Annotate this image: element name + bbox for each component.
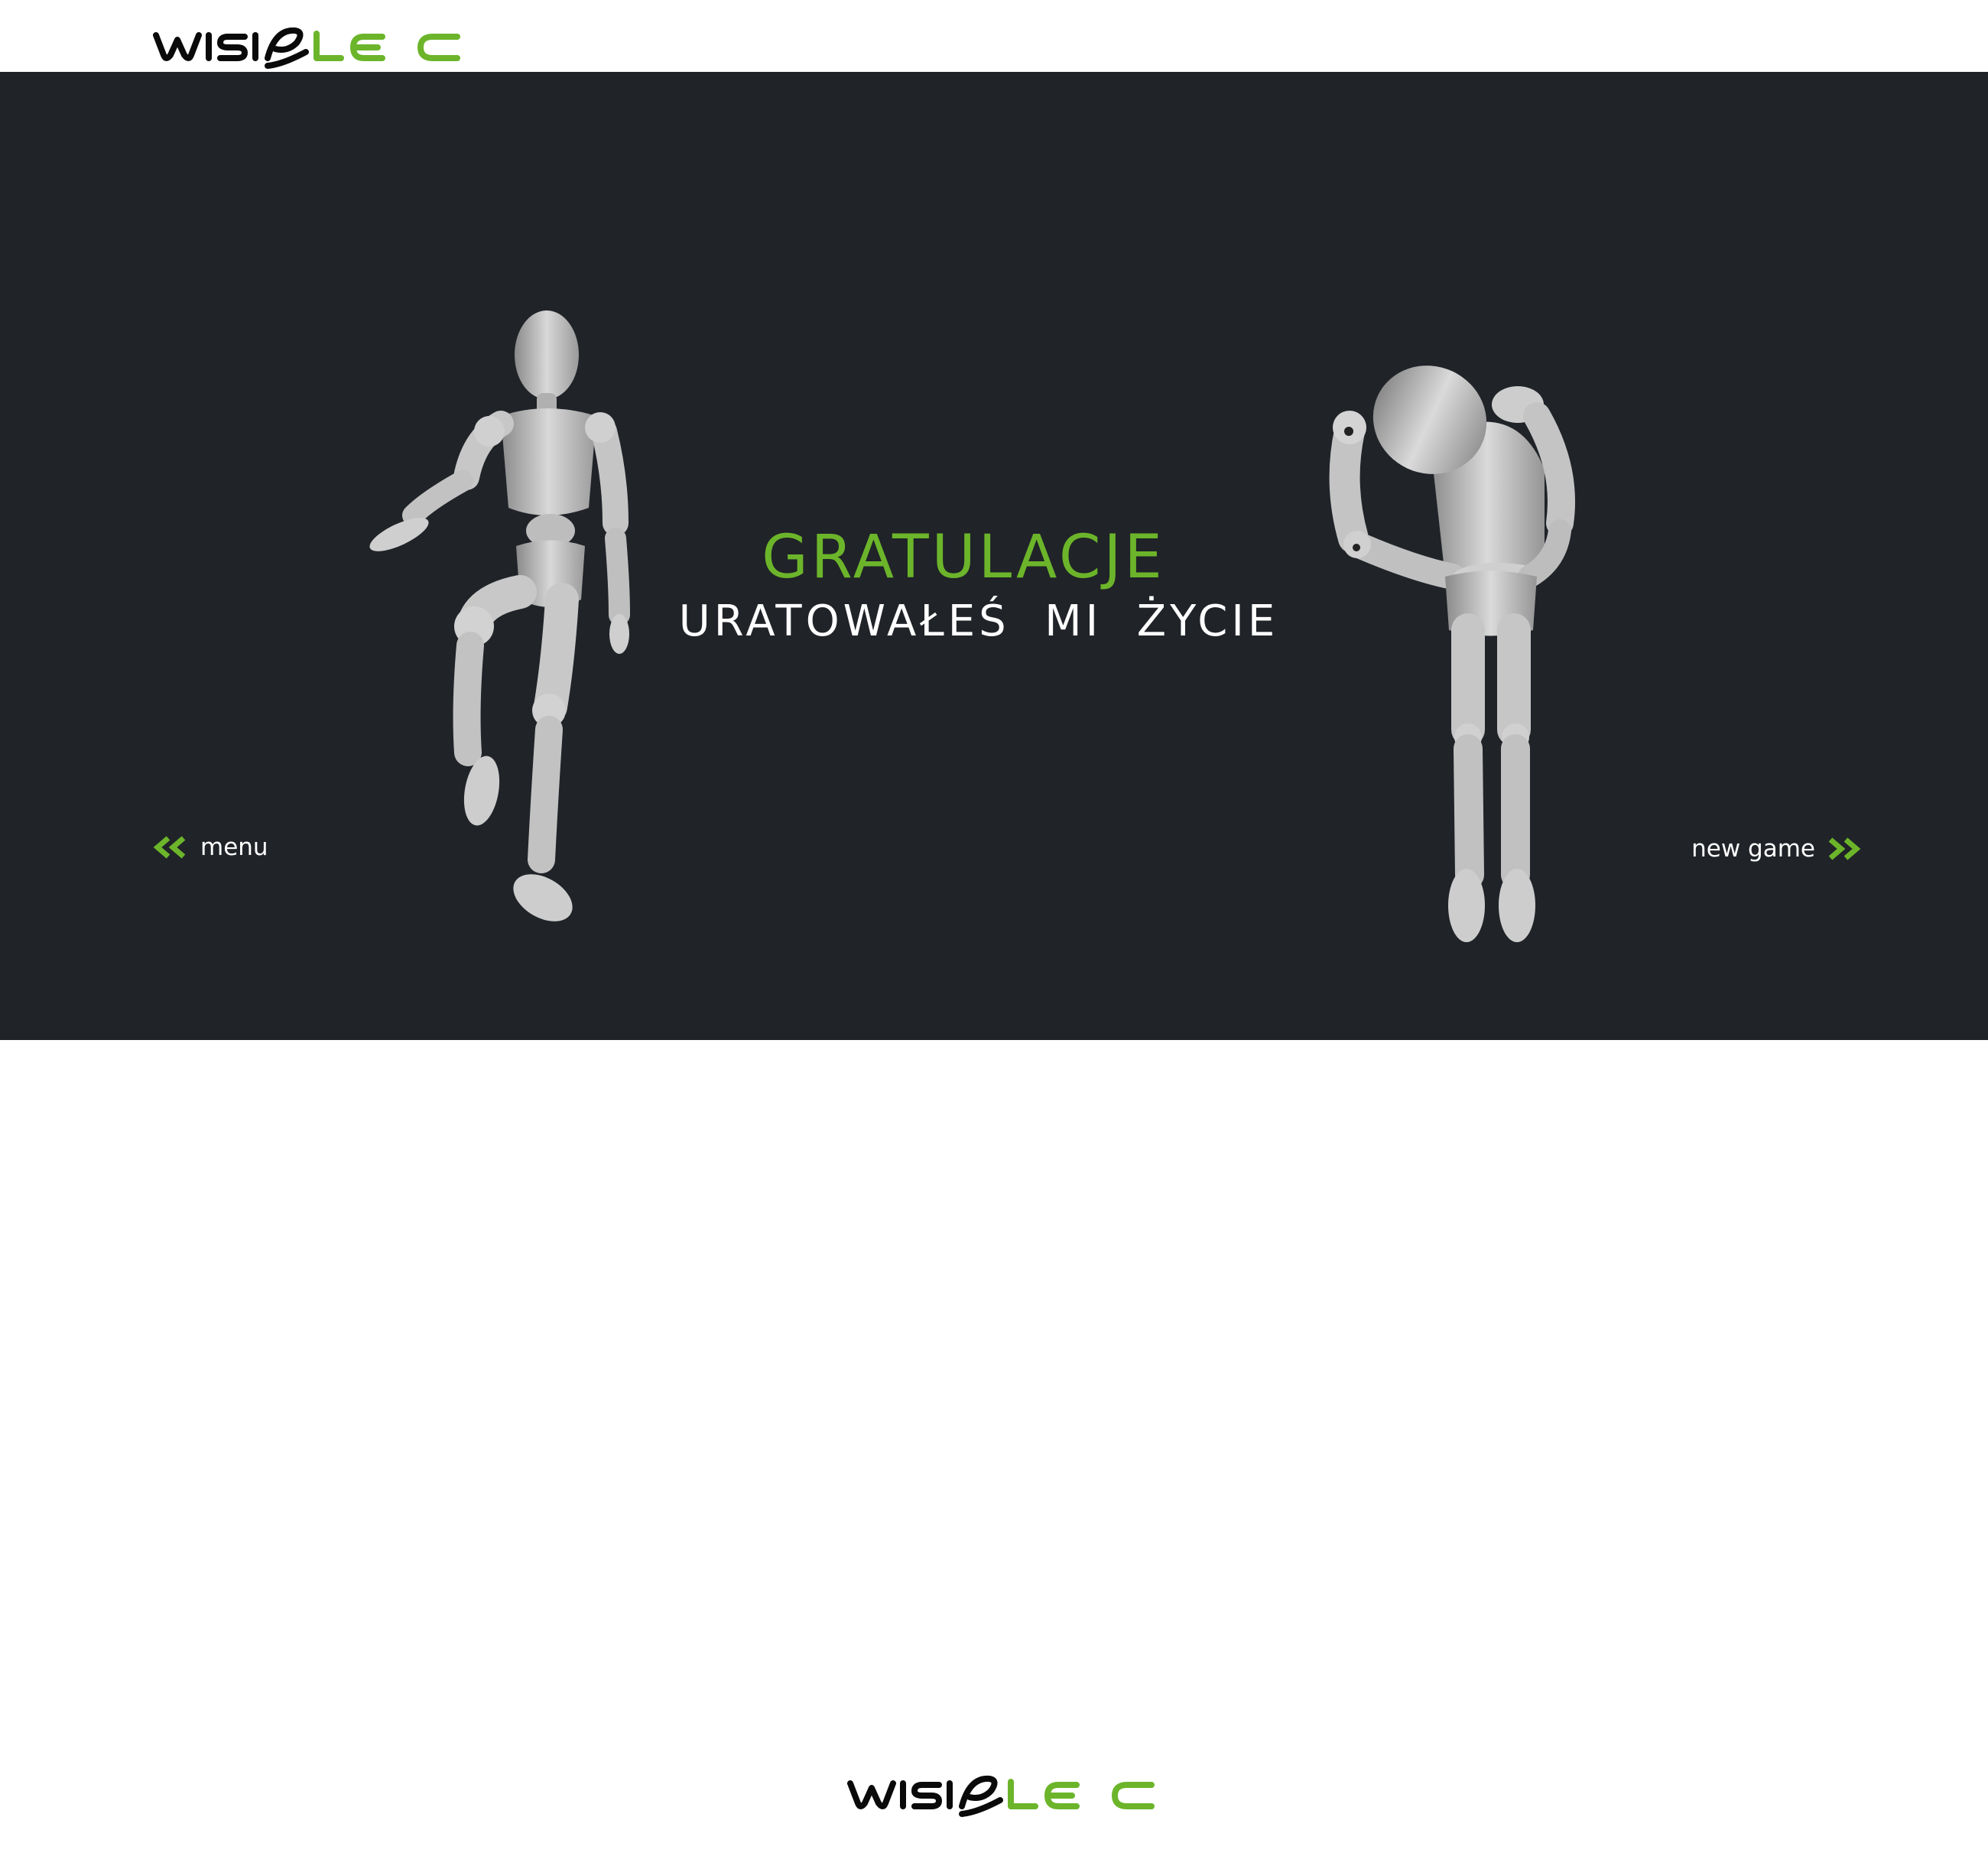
result-title: GRATULACJE <box>0 523 1957 592</box>
new-game-link[interactable]: new game <box>1691 835 1863 863</box>
menu-link[interactable]: menu <box>151 834 268 861</box>
result-title-text: GRATULACJE <box>762 523 1165 592</box>
double-chevron-right-icon <box>1828 837 1861 860</box>
result-panel: GRATULACJE URATOWAŁEŚ MI ŻYCIE menu new … <box>0 72 1988 1040</box>
double-chevron-left-icon <box>153 836 186 859</box>
result-subtitle: URATOWAŁEŚ MI ŻYCIE <box>678 596 1279 646</box>
new-game-link-label: new game <box>1691 835 1815 863</box>
menu-link-label: menu <box>200 834 268 861</box>
wisielec-logo[interactable] <box>153 21 463 70</box>
mannequin-bowing-image <box>1315 347 1606 951</box>
top-bar <box>0 0 1988 72</box>
footer-logo[interactable] <box>847 1770 1158 1819</box>
